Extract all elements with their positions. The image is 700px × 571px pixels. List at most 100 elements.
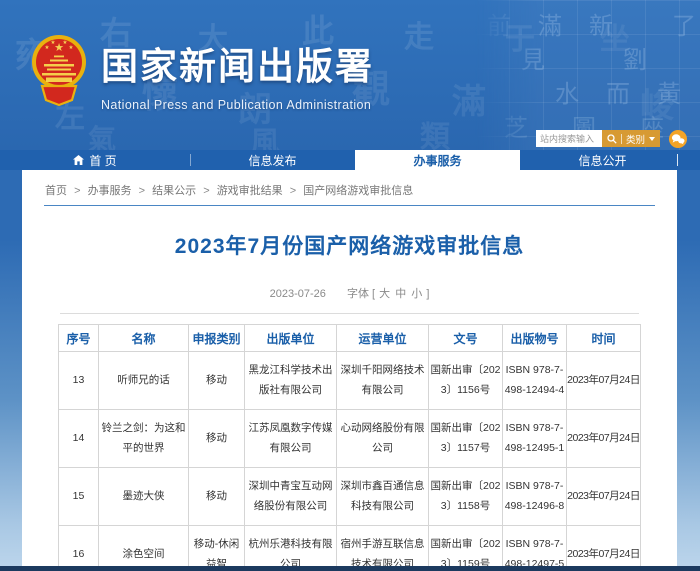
table-row: 16 涂色空间 移动-休闲益智 杭州乐港科技有限公司 宿州手游互联信息技术有限公…: [58, 525, 641, 566]
watermark-character: 黃: [657, 80, 681, 108]
cell-seq: 13: [58, 351, 99, 410]
publish-date: 2023-07-26: [269, 288, 326, 300]
cell-date: 2023年07月24日: [566, 467, 641, 526]
bracket-close: ]: [426, 288, 430, 300]
article-meta: 2023-07-26 字体 [ 大 中 小 ]: [22, 285, 677, 301]
svg-text:★: ★: [45, 44, 50, 51]
breadcrumb-game-approval[interactable]: 游戏审批结果: [217, 185, 283, 197]
cell-publisher: 黑龙江科学技术出版社有限公司: [244, 351, 337, 410]
divider: [621, 133, 622, 144]
search-icon: [607, 133, 617, 144]
cell-doc-no: 国新出审〔2023〕1157号: [428, 409, 503, 468]
cell-category: 移动: [188, 351, 245, 410]
cell-name: 涂色空间: [98, 525, 189, 566]
cell-doc-no: 国新出审〔2023〕1156号: [428, 351, 503, 410]
svg-text:★: ★: [51, 39, 56, 46]
category-dropdown[interactable]: 类别: [626, 132, 645, 146]
brand-text: 国家新闻出版署 National Press and Publication A…: [101, 34, 374, 112]
table-row: 13 听师兄的话 移动 黑龙江科学技术出版社有限公司 深圳千阳网络技术有限公司 …: [58, 351, 641, 410]
cell-category: 移动-休闲益智: [188, 525, 245, 566]
cell-operator: 深圳千阳网络技术有限公司: [336, 351, 429, 410]
breadcrumb-current-page: 国产网络游戏审批信息: [303, 185, 414, 197]
watermark-character: 類: [420, 120, 450, 150]
col-date: 时间: [566, 324, 641, 352]
cell-operator: 宿州手游互联信息技术有限公司: [336, 525, 429, 566]
nav-home[interactable]: 首 页: [0, 150, 190, 170]
home-icon: [73, 155, 85, 165]
watermark-character: 滿: [538, 12, 562, 40]
table-header-row: 序号 名称 申报类别 出版单位 运营单位 文号 出版物号 时间: [58, 324, 641, 352]
nav-services[interactable]: 办事服务: [355, 150, 520, 170]
breadcrumb-separator: >: [138, 185, 146, 197]
cell-operator: 深圳市鑫百通信息科技有限公司: [336, 467, 429, 526]
nav-divider: [190, 154, 191, 166]
cell-category: 移动: [188, 409, 245, 468]
breadcrumb-separator: >: [289, 185, 297, 197]
breadcrumb-separator: >: [203, 185, 210, 197]
main-nav: 首 页 信息发布 办事服务 信息公开: [0, 150, 700, 170]
cell-category: 移动: [188, 467, 245, 526]
col-isbn: 出版物号: [502, 324, 567, 352]
col-operator: 运营单位: [336, 324, 429, 352]
watermark-character: 前: [487, 12, 511, 40]
footer-strip: [0, 566, 700, 571]
watermark-character: 風: [250, 126, 280, 150]
chevron-down-icon: [649, 136, 656, 141]
font-size-large[interactable]: 大: [379, 288, 390, 300]
cell-date: 2023年07月24日: [566, 525, 641, 566]
cell-name: 铃兰之剑：为这和平的世界: [98, 409, 189, 468]
svg-text:★: ★: [69, 44, 74, 51]
site-header: 雍左右懷大朗此觀走滿于氣風類坐峻 前見水新劉黃芝圖座而滿了 ★ ★ ★ ★ ★ …: [0, 0, 700, 150]
wechat-icon[interactable]: [669, 129, 688, 148]
watermark-character: 見: [521, 46, 545, 74]
site-title-english: National Press and Publication Administr…: [101, 98, 372, 112]
breadcrumb: 首页 > 办事服务 > 结果公示 > 游戏审批结果 > 国产网络游戏审批信息: [22, 170, 677, 205]
search-area: 类别: [536, 129, 688, 148]
cell-date: 2023年07月24日: [566, 351, 641, 410]
content-panel: 首页 > 办事服务 > 结果公示 > 游戏审批结果 > 国产网络游戏审批信息 2…: [22, 170, 677, 566]
cell-operator: 心动网络股份有限公司: [336, 409, 429, 468]
col-seq: 序号: [58, 324, 99, 352]
breadcrumb-home[interactable]: 首页: [45, 185, 67, 197]
breadcrumb-services[interactable]: 办事服务: [88, 185, 132, 197]
cell-publisher: 深圳中青宝互动网络股份有限公司: [244, 467, 337, 526]
cell-seq: 16: [58, 525, 99, 566]
cell-seq: 15: [58, 467, 99, 526]
approval-table: 序号 名称 申报类别 出版单位 运营单位 文号 出版物号 时间 13 听师兄的话…: [58, 324, 641, 566]
col-doc-no: 文号: [428, 324, 503, 352]
search-button[interactable]: 类别: [602, 130, 661, 147]
cell-name: 听师兄的话: [98, 351, 189, 410]
watermark-character: 走: [404, 20, 434, 55]
cell-isbn: ISBN 978-7-498-12495-1: [502, 409, 567, 468]
cell-doc-no: 国新出审〔2023〕1158号: [428, 467, 503, 526]
breadcrumb-separator: >: [74, 185, 81, 197]
page-title: 2023年7月份国产网络游戏审批信息: [174, 235, 525, 258]
seal-grid-decoration: 前見水新劉黃芝圖座而滿了: [475, 0, 700, 150]
bracket-open: [: [372, 288, 376, 300]
col-publisher: 出版单位: [244, 324, 337, 352]
col-name: 名称: [98, 324, 189, 352]
nav-home-label: 首 页: [89, 153, 117, 168]
table-row: 15 墨迹大侠 移动 深圳中青宝互动网络股份有限公司 深圳市鑫百通信息科技有限公…: [58, 467, 641, 526]
search-input[interactable]: [536, 130, 602, 147]
breadcrumb-results[interactable]: 结果公示: [152, 185, 196, 197]
font-size-label: 字体: [346, 288, 369, 300]
national-emblem-logo: ★ ★ ★ ★ ★: [32, 35, 86, 107]
cell-publisher: 杭州乐港科技有限公司: [244, 525, 337, 566]
watermark-character: 劉: [623, 46, 647, 74]
cell-seq: 14: [58, 409, 99, 468]
svg-text:★: ★: [63, 39, 68, 46]
watermark-character: 芝: [504, 114, 528, 142]
cell-isbn: ISBN 978-7-498-12494-4: [502, 351, 567, 410]
nav-info-disclosure[interactable]: 信息公开: [520, 150, 685, 170]
table-top-divider: [60, 313, 639, 314]
cell-date: 2023年07月24日: [566, 409, 641, 468]
font-size-medium[interactable]: 中: [395, 288, 406, 300]
brand: ★ ★ ★ ★ ★ 国家新闻出版署 National Press and Pub…: [30, 34, 374, 112]
cell-isbn: ISBN 978-7-498-12496-8: [502, 467, 567, 526]
font-size-small[interactable]: 小: [411, 288, 422, 300]
table-row: 14 铃兰之剑：为这和平的世界 移动 江苏凤凰数字传媒有限公司 心动网络股份有限…: [58, 409, 641, 468]
cell-doc-no: 国新出审〔2023〕1159号: [428, 525, 503, 566]
nav-info-release[interactable]: 信息发布: [190, 150, 355, 170]
site-title: 国家新闻出版署: [101, 46, 374, 87]
